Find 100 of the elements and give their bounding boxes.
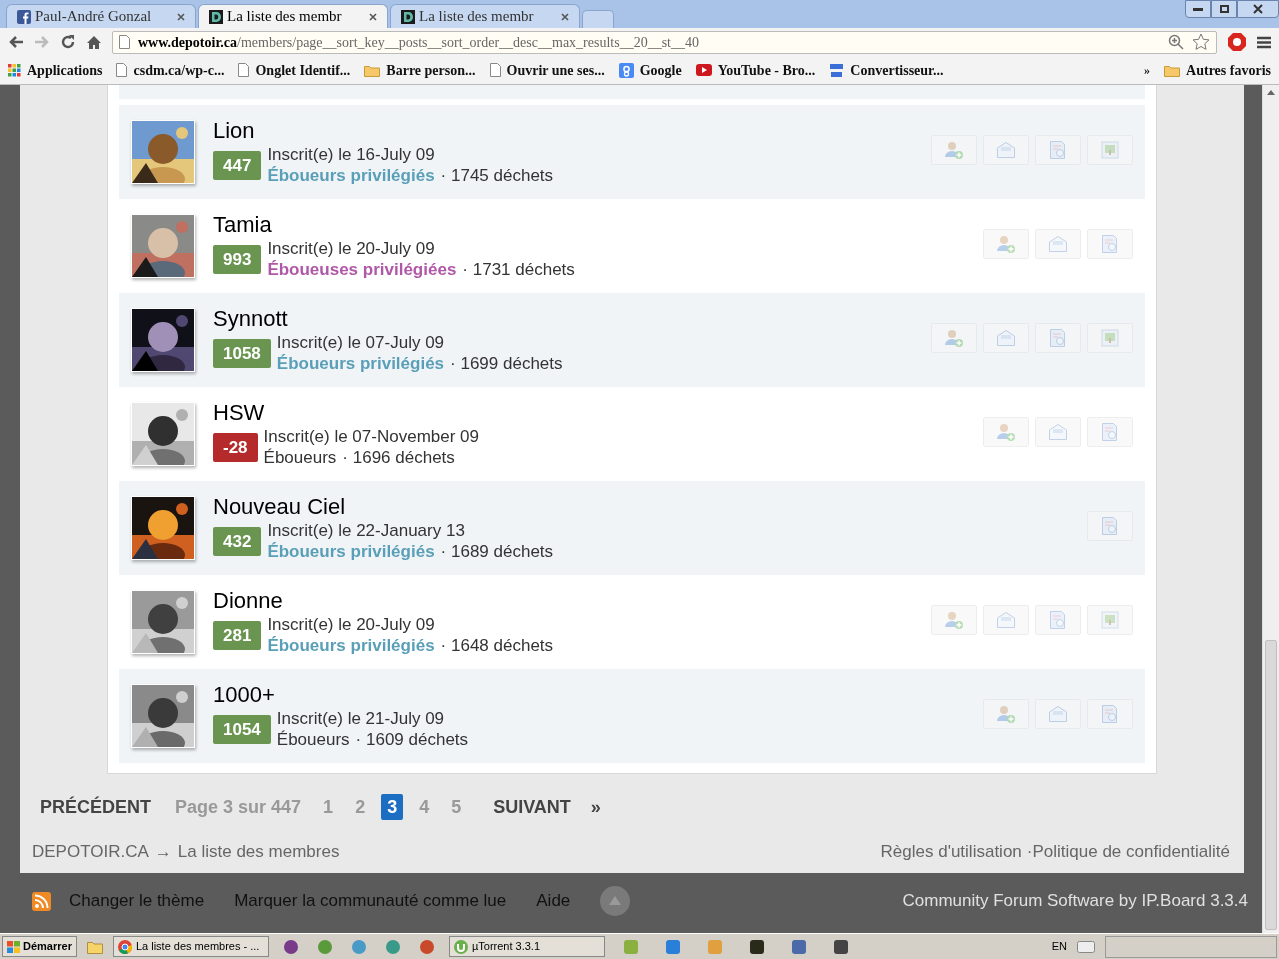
action-button[interactable] bbox=[1035, 699, 1081, 729]
previous-link[interactable]: PRÉCÉDENT bbox=[32, 793, 159, 821]
next-link[interactable]: SUIVANT bbox=[483, 793, 581, 821]
action-button[interactable] bbox=[983, 699, 1029, 729]
action-button[interactable] bbox=[1087, 417, 1133, 447]
action-button[interactable] bbox=[1087, 229, 1133, 259]
bookmark[interactable]: Google bbox=[618, 59, 682, 81]
zoom-icon[interactable] bbox=[1168, 34, 1184, 50]
rss-icon[interactable] bbox=[32, 891, 51, 911]
member-name[interactable]: Dionne bbox=[213, 588, 554, 614]
document-search-icon bbox=[1101, 422, 1119, 442]
adblock-icon[interactable] bbox=[1227, 32, 1247, 52]
tray-app-icon[interactable] bbox=[748, 938, 765, 955]
bookmark[interactable]: Barre person... bbox=[364, 59, 476, 81]
member-name[interactable]: HSW bbox=[213, 400, 479, 426]
reputation-badge: 993 bbox=[213, 244, 262, 274]
address-bar[interactable]: www.depotoir.ca/members/page__sort_key__posts__sort_order__desc__max_results__20__st__40 bbox=[112, 30, 1217, 54]
action-button[interactable] bbox=[1087, 135, 1133, 165]
tray-app-icon[interactable] bbox=[282, 938, 299, 955]
scrollbar[interactable] bbox=[1262, 85, 1279, 933]
browser-tab[interactable]: La liste des membr bbox=[198, 4, 388, 28]
scroll-top-icon[interactable] bbox=[600, 886, 631, 916]
back-icon[interactable] bbox=[8, 35, 24, 49]
browser-tab[interactable]: Paul-André Gonzal bbox=[6, 4, 196, 28]
document-search-icon bbox=[1049, 328, 1067, 348]
action-button[interactable] bbox=[931, 135, 977, 165]
action-button[interactable] bbox=[983, 323, 1029, 353]
breadcrumb-link[interactable]: DEPOTOIR.CA bbox=[32, 839, 149, 865]
new-tab-button[interactable] bbox=[582, 10, 614, 28]
minimize-button[interactable] bbox=[1185, 0, 1211, 18]
action-button[interactable] bbox=[1087, 511, 1133, 541]
close-icon[interactable] bbox=[369, 12, 377, 21]
keyboard-icon[interactable] bbox=[1077, 940, 1095, 953]
action-button[interactable] bbox=[1035, 229, 1081, 259]
action-button[interactable] bbox=[1035, 323, 1081, 353]
reputation-badge: 1058 bbox=[213, 338, 271, 368]
bookmark[interactable]: Convertisseur... bbox=[829, 59, 944, 81]
bookmark[interactable]: Applications bbox=[8, 59, 103, 81]
last-page-link[interactable]: » bbox=[590, 793, 601, 821]
folder-icon[interactable] bbox=[86, 939, 103, 954]
terms-link[interactable]: Règles d'utilisation bbox=[880, 839, 1022, 865]
more-bookmarks-button[interactable]: » bbox=[1144, 61, 1151, 79]
action-button[interactable] bbox=[1087, 605, 1133, 635]
close-window-button[interactable] bbox=[1237, 0, 1279, 18]
add-friend-icon bbox=[996, 234, 1016, 254]
menu-icon[interactable] bbox=[1257, 35, 1271, 49]
member-name[interactable]: 1000+ bbox=[213, 682, 469, 708]
member-name[interactable]: Synnott bbox=[213, 306, 563, 332]
action-button[interactable] bbox=[1035, 135, 1081, 165]
language-indicator[interactable]: EN bbox=[1051, 938, 1067, 955]
action-button[interactable] bbox=[1087, 323, 1133, 353]
restore-button[interactable] bbox=[1211, 0, 1237, 18]
chrome-icon bbox=[117, 939, 132, 954]
close-icon[interactable] bbox=[177, 12, 185, 21]
folder-icon bbox=[364, 63, 381, 77]
scrollbar-thumb[interactable] bbox=[1265, 640, 1277, 930]
taskbar-window[interactable]: µTorrent 3.3.1 bbox=[448, 936, 605, 957]
join-date: Inscrit(e) le 20-July 09 bbox=[267, 238, 436, 259]
home-icon[interactable] bbox=[86, 34, 102, 50]
post-count: · 1696 déchets bbox=[342, 447, 455, 468]
page-link[interactable]: 3 bbox=[381, 794, 404, 820]
member-name[interactable]: Lion bbox=[213, 118, 554, 144]
action-button[interactable] bbox=[983, 605, 1029, 635]
taskbar-window[interactable]: La liste des membres - ... bbox=[112, 936, 269, 957]
action-button[interactable] bbox=[1087, 699, 1133, 729]
action-button[interactable] bbox=[1035, 417, 1081, 447]
start-button[interactable]: Démarrer bbox=[2, 936, 77, 957]
facebook-icon bbox=[17, 9, 31, 24]
star-icon[interactable] bbox=[1192, 33, 1210, 51]
breadcrumb-link[interactable]: La liste des membres bbox=[177, 839, 340, 865]
browser-tab[interactable]: La liste des membr bbox=[390, 4, 580, 28]
scroll-up-icon[interactable] bbox=[1267, 90, 1275, 95]
bookmark[interactable]: Autres favoris bbox=[1164, 59, 1271, 81]
envelope-icon bbox=[996, 141, 1016, 159]
bookmark[interactable]: Ouvrir une ses... bbox=[489, 59, 605, 81]
tab-title: La liste des membr bbox=[419, 7, 535, 27]
post-count: · 1648 déchets bbox=[440, 635, 554, 656]
member-name[interactable]: Tamia bbox=[213, 212, 575, 238]
reputation-badge: 1054 bbox=[213, 714, 271, 744]
member-name[interactable]: Nouveau Ciel bbox=[213, 494, 554, 520]
forward-icon[interactable] bbox=[34, 35, 50, 49]
tray-app-icon[interactable] bbox=[832, 938, 849, 955]
action-button[interactable] bbox=[983, 417, 1029, 447]
youtube-icon bbox=[695, 64, 712, 76]
reload-icon[interactable] bbox=[60, 34, 76, 50]
credit-text: Community Forum Software by IP.Board 3.3.4 bbox=[902, 890, 1248, 913]
bookmark[interactable]: csdm.ca/wp-c... bbox=[116, 59, 225, 81]
action-button[interactable] bbox=[931, 605, 977, 635]
privacy-link[interactable]: Politique de confidentialité bbox=[1032, 839, 1230, 865]
apps-grid-icon bbox=[8, 63, 21, 77]
action-button[interactable] bbox=[931, 323, 977, 353]
document-search-icon bbox=[1049, 140, 1067, 160]
action-button[interactable] bbox=[983, 135, 1029, 165]
page-icon bbox=[489, 63, 501, 77]
add-friend-icon bbox=[944, 610, 964, 630]
action-button[interactable] bbox=[983, 229, 1029, 259]
close-icon[interactable] bbox=[561, 12, 569, 21]
action-button[interactable] bbox=[1035, 605, 1081, 635]
bookmark[interactable]: YouTube - Bro... bbox=[695, 59, 816, 81]
bookmark[interactable]: Onglet Identif... bbox=[238, 59, 351, 81]
